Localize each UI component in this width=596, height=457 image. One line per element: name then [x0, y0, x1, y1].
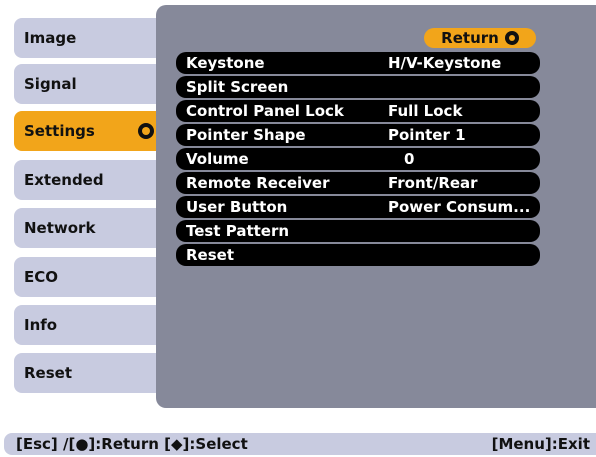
menu-row-remote-receiver[interactable]: Remote Receiver Front/Rear: [176, 172, 540, 194]
menu-row-value: Pointer 1: [388, 126, 466, 144]
menu-row-label: Keystone: [186, 54, 265, 72]
return-label: Return: [441, 29, 499, 47]
sidebar-item-info[interactable]: Info: [14, 305, 162, 345]
menu-row-value: Front/Rear: [388, 174, 478, 192]
menu-row-value: Power Consum...: [388, 198, 531, 216]
menu-row-label: Remote Receiver: [186, 174, 330, 192]
help-bar-right: [Menu]:Exit: [491, 435, 590, 453]
menu-row-label: User Button: [186, 198, 288, 216]
menu-row-label: Reset: [186, 246, 234, 264]
sidebar-item-settings[interactable]: Settings: [14, 111, 162, 151]
menu-row-pointer-shape[interactable]: Pointer Shape Pointer 1: [176, 124, 540, 146]
sidebar-item-image[interactable]: Image: [14, 18, 162, 58]
menu-row-value: Full Lock: [388, 102, 463, 120]
enter-icon: [504, 31, 519, 45]
menu-row-value: H/V-Keystone: [388, 54, 502, 72]
sidebar-item-label: Image: [24, 29, 77, 47]
help-bar-left: [Esc] /[●]:Return [◆]:Select: [16, 435, 248, 453]
sidebar-item-label: Reset: [24, 364, 72, 382]
sidebar-item-signal[interactable]: Signal: [14, 64, 162, 104]
sidebar-item-network[interactable]: Network: [14, 208, 162, 248]
sidebar-item-label: Signal: [24, 75, 77, 93]
menu-row-value: 0: [404, 150, 415, 168]
menu-row-label: Split Screen: [186, 78, 289, 96]
sidebar-item-label: Info: [24, 316, 58, 334]
return-button[interactable]: Return: [424, 28, 536, 48]
sidebar-item-extended[interactable]: Extended: [14, 160, 162, 200]
sidebar-item-label: ECO: [24, 268, 59, 286]
menu-row-user-button[interactable]: User Button Power Consum...: [176, 196, 540, 218]
menu-row-keystone[interactable]: Keystone H/V-Keystone: [176, 52, 540, 74]
sidebar-item-reset[interactable]: Reset: [14, 353, 162, 393]
menu-row-split-screen[interactable]: Split Screen: [176, 76, 540, 98]
help-bar: [Esc] /[●]:Return [◆]:Select [Menu]:Exit: [4, 433, 596, 455]
menu-row-label: Pointer Shape: [186, 126, 306, 144]
sidebar-item-eco[interactable]: ECO: [14, 257, 162, 297]
menu-row-label: Test Pattern: [186, 222, 290, 240]
menu-row-label: Control Panel Lock: [186, 102, 344, 120]
sidebar-item-label: Settings: [24, 122, 95, 140]
menu-row-control-panel-lock[interactable]: Control Panel Lock Full Lock: [176, 100, 540, 122]
sidebar-item-label: Network: [24, 219, 96, 237]
sidebar-item-label: Extended: [24, 171, 104, 189]
menu-row-label: Volume: [186, 150, 249, 168]
menu-row-volume[interactable]: Volume 0: [176, 148, 540, 170]
menu-row-reset[interactable]: Reset: [176, 244, 540, 266]
enter-icon: [138, 123, 154, 139]
menu-row-test-pattern[interactable]: Test Pattern: [176, 220, 540, 242]
